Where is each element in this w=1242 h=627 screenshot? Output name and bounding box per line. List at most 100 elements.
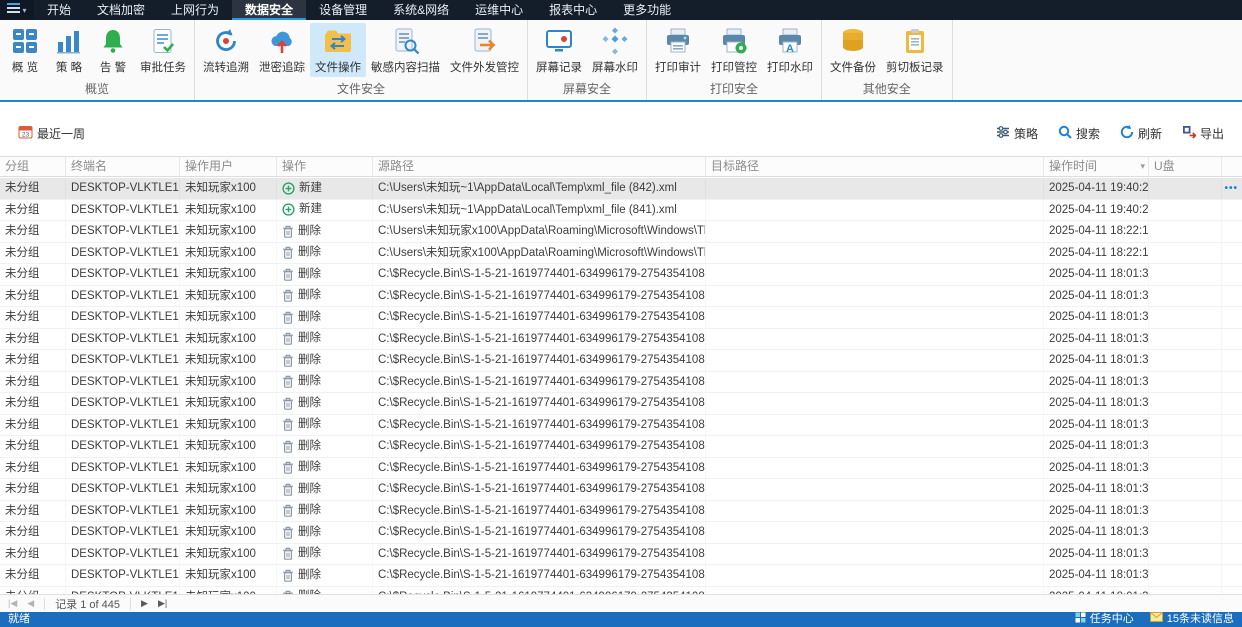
ribbon-button-file-operations[interactable]: 文件操作 (310, 23, 366, 77)
ribbon-button-file-backup[interactable]: 文件备份 (825, 23, 881, 77)
ribbon-button-print-watermark[interactable]: A 打印水印 (762, 23, 818, 77)
table-row[interactable]: 未分组 DESKTOP-VLKTLE1 未知玩家x100 删除 C:\$Recy… (0, 586, 1242, 595)
cell-user: 未知玩家x100 (180, 286, 277, 307)
ribbon-button-screen-record[interactable]: 屏幕记录 (531, 23, 587, 77)
table-row[interactable]: 未分组 DESKTOP-VLKTLE1 未知玩家x100 新建 C:\Users… (0, 178, 1242, 200)
cell-operation: 删除 (277, 565, 373, 586)
ribbon-group-screen-security: 屏幕记录 屏幕水印 屏幕安全 (528, 20, 647, 100)
cell-group: 未分组 (0, 221, 66, 242)
search-button[interactable]: 搜索 (1058, 125, 1100, 142)
table-row[interactable]: 未分组 DESKTOP-VLKTLE1 未知玩家x100 删除 C:\$Recy… (0, 479, 1242, 501)
menu-tab-start[interactable]: 开始 (34, 0, 84, 20)
menu-tab-device-mgmt[interactable]: 设备管理 (306, 0, 380, 20)
table-row[interactable]: 未分组 DESKTOP-VLKTLE1 未知玩家x100 删除 C:\$Recy… (0, 350, 1242, 372)
table-row[interactable]: 未分组 DESKTOP-VLKTLE1 未知玩家x100 删除 C:\$Recy… (0, 457, 1242, 479)
column-header-group[interactable]: 分组 (0, 157, 66, 176)
menu-tab-web-behavior[interactable]: 上网行为 (158, 0, 232, 20)
pager-next-icon[interactable]: ▶ (141, 598, 148, 609)
export-button[interactable]: 导出 (1182, 125, 1224, 142)
table-row[interactable]: 未分组 DESKTOP-VLKTLE1 未知玩家x100 删除 C:\Users… (0, 242, 1242, 264)
ribbon-button-approval-tasks[interactable]: 审批任务 (135, 23, 191, 77)
delete-icon (282, 246, 294, 260)
cell-operation: 删除 (277, 544, 373, 565)
ribbon-button-overview[interactable]: 概 览 (3, 23, 47, 77)
ribbon-button-leak-track[interactable]: 泄密追踪 (254, 23, 310, 77)
ribbon-button-policy[interactable]: 策 略 (47, 23, 91, 77)
menu-tab-more[interactable]: 更多功能 (610, 0, 684, 20)
refresh-button[interactable]: 刷新 (1120, 124, 1162, 142)
ribbon-button-clipboard-record[interactable]: 剪切板记录 (881, 23, 949, 77)
ribbon-button-print-audit[interactable]: 打印审计 (650, 23, 706, 77)
cell-operation: 新建 (277, 178, 373, 199)
cell-group: 未分组 (0, 243, 66, 264)
delete-icon (282, 375, 294, 389)
cell-operation-time: 2025-04-11 18:01:38 (1044, 479, 1149, 500)
cell-terminal: DESKTOP-VLKTLE1 (66, 178, 180, 199)
cell-user: 未知玩家x100 (180, 522, 277, 543)
table-row[interactable]: 未分组 DESKTOP-VLKTLE1 未知玩家x100 删除 C:\$Recy… (0, 264, 1242, 286)
column-header-operation[interactable]: 操作 (277, 157, 373, 176)
table-row[interactable]: 未分组 DESKTOP-VLKTLE1 未知玩家x100 删除 C:\$Recy… (0, 436, 1242, 458)
app-logo-button[interactable]: ▾ (0, 0, 34, 20)
column-filter-caret-icon[interactable]: ▾ (1140, 157, 1145, 176)
ribbon-button-sensitive-scan[interactable]: 敏感内容扫描 (366, 23, 445, 77)
ribbon-button-label: 告 警 (99, 62, 127, 74)
table-row[interactable]: 未分组 DESKTOP-VLKTLE1 未知玩家x100 删除 C:\Users… (0, 221, 1242, 243)
cell-usb (1149, 587, 1222, 595)
table-row[interactable]: 未分组 DESKTOP-VLKTLE1 未知玩家x100 删除 C:\$Recy… (0, 285, 1242, 307)
row-actions-menu-icon[interactable]: ••• (1224, 178, 1242, 199)
cell-operation: 删除 (277, 415, 373, 436)
cell-usb (1149, 479, 1222, 500)
cell-usb (1149, 501, 1222, 522)
table-row[interactable]: 未分组 DESKTOP-VLKTLE1 未知玩家x100 新建 C:\Users… (0, 199, 1242, 221)
cell-row-end (1222, 587, 1242, 595)
ribbon-button-file-outgoing[interactable]: 文件外发管控 (445, 23, 524, 77)
column-header-operation-time[interactable]: 操作时间 ▾ (1044, 157, 1149, 176)
operation-label: 删除 (298, 353, 321, 366)
menu-tab-doc-encrypt[interactable]: 文档加密 (84, 0, 158, 20)
column-header-terminal[interactable]: 终端名 (66, 157, 180, 176)
table-row[interactable]: 未分组 DESKTOP-VLKTLE1 未知玩家x100 删除 C:\$Recy… (0, 371, 1242, 393)
cell-operation: 删除 (277, 307, 373, 328)
cell-user: 未知玩家x100 (180, 264, 277, 285)
table-row[interactable]: 未分组 DESKTOP-VLKTLE1 未知玩家x100 删除 C:\$Recy… (0, 307, 1242, 329)
pager-last-icon[interactable]: ▶| (158, 598, 167, 609)
unread-messages-button[interactable]: 15条未读信息 (1149, 612, 1234, 627)
menu-tab-report-center[interactable]: 报表中心 (536, 0, 610, 20)
menu-tab-ops-center[interactable]: 运维中心 (462, 0, 536, 20)
pager-first-icon[interactable]: |◀ (8, 598, 17, 609)
pager-prev-icon[interactable]: ◀ (27, 598, 34, 609)
cell-usb (1149, 458, 1222, 479)
delete-icon (282, 461, 294, 475)
search-label: 搜索 (1075, 126, 1100, 141)
pager-divider (44, 597, 46, 610)
ribbon-button-flow-trace[interactable]: 流转追溯 (198, 23, 254, 77)
task-center-button[interactable]: 任务中心 (1075, 612, 1134, 627)
table-row[interactable]: 未分组 DESKTOP-VLKTLE1 未知玩家x100 删除 C:\$Recy… (0, 500, 1242, 522)
date-range-filter[interactable]: 23 最近一周 (18, 124, 85, 142)
ribbon-group-file-security: 流转追溯 泄密追踪 文件操作 敏感内容扫描 文件外发管控 文件安全 (195, 20, 528, 100)
menu-tab-system-network[interactable]: 系统&网络 (380, 0, 462, 20)
calendar-icon: 23 (18, 124, 33, 142)
table-row[interactable]: 未分组 DESKTOP-VLKTLE1 未知玩家x100 删除 C:\$Recy… (0, 522, 1242, 544)
table-row[interactable]: 未分组 DESKTOP-VLKTLE1 未知玩家x100 删除 C:\$Recy… (0, 565, 1242, 587)
column-header-usb[interactable]: U盘 (1149, 157, 1222, 176)
column-header-user[interactable]: 操作用户 (180, 157, 277, 176)
operation-label: 删除 (298, 289, 321, 301)
ribbon-button-label: 屏幕水印 (592, 62, 638, 74)
menu-tab-data-security[interactable]: 数据安全 (232, 0, 307, 20)
filter-toolbar: 23 最近一周 策略 搜索 刷新 导出 (0, 118, 1242, 148)
ribbon-button-alerts[interactable]: 告 警 (91, 23, 135, 77)
table-row[interactable]: 未分组 DESKTOP-VLKTLE1 未知玩家x100 删除 C:\$Recy… (0, 543, 1242, 565)
column-header-target-path[interactable]: 目标路径 (706, 157, 1044, 176)
cell-terminal: DESKTOP-VLKTLE1 (66, 458, 180, 479)
ribbon-button-screen-watermark[interactable]: 屏幕水印 (587, 23, 643, 77)
table-row[interactable]: 未分组 DESKTOP-VLKTLE1 未知玩家x100 删除 C:\$Recy… (0, 328, 1242, 350)
table-row[interactable]: 未分组 DESKTOP-VLKTLE1 未知玩家x100 删除 C:\$Recy… (0, 414, 1242, 436)
ribbon-button-print-control[interactable]: 打印管控 (706, 23, 762, 77)
cell-usb (1149, 393, 1222, 414)
column-header-source-path[interactable]: 源路径 (373, 157, 706, 176)
policy-button[interactable]: 策略 (996, 125, 1038, 142)
ribbon-button-label: 流转追溯 (203, 62, 249, 74)
table-row[interactable]: 未分组 DESKTOP-VLKTLE1 未知玩家x100 删除 C:\$Recy… (0, 393, 1242, 415)
